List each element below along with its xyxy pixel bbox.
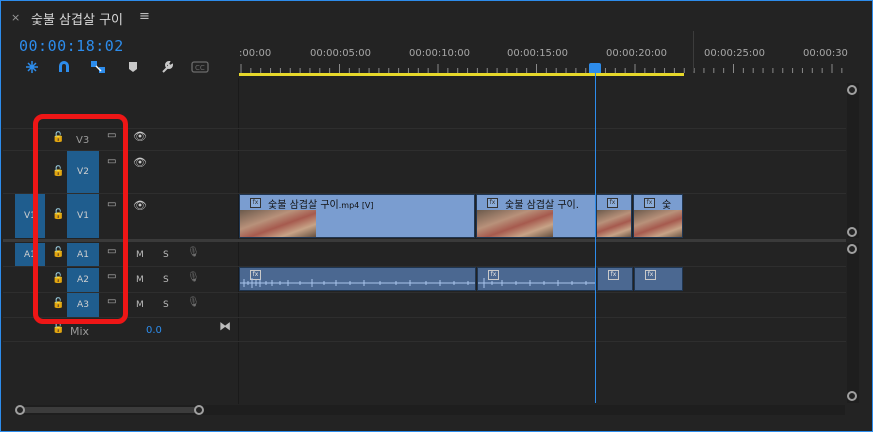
work-area-bar[interactable] [239, 73, 684, 76]
video-vertical-scrollbar[interactable] [847, 83, 859, 238]
ruler-label: 00:00:15:00 [507, 48, 569, 59]
video-clip[interactable]: fx [596, 194, 632, 238]
ruler-end-divider [693, 31, 694, 71]
wrench-settings-icon[interactable] [158, 59, 176, 75]
mix-track-label: Mix [70, 325, 90, 338]
toggle-output-eye-icon[interactable]: 👁 [133, 199, 147, 212]
row-divider [3, 317, 846, 318]
add-marker-icon[interactable] [124, 59, 142, 75]
row-divider [3, 128, 846, 129]
fx-badge-icon: fx [608, 270, 619, 280]
clip-name: 숯 [662, 200, 672, 211]
audio-vertical-scrollbar[interactable] [847, 243, 859, 403]
zoom-handle-right[interactable] [194, 405, 204, 415]
captions-icon[interactable]: CC [191, 59, 209, 75]
panel-menu-icon[interactable]: ≡ [139, 9, 150, 24]
clip-name: 숯불 삼겹살 구이. [505, 200, 579, 211]
voiceover-mic-icon[interactable]: 🎙 [187, 297, 200, 308]
ruler-label: 00:00:30 [803, 48, 848, 59]
fx-badge-icon: fx [487, 198, 498, 208]
lock-track-icon[interactable]: 🔓 [52, 323, 64, 334]
voiceover-mic-icon[interactable]: 🎙 [187, 247, 200, 258]
toggle-output-eye-icon[interactable]: 👁 [133, 130, 147, 143]
audio-clip[interactable]: fx [239, 267, 476, 291]
ruler-label: 00:00:20:00 [606, 48, 668, 59]
clip-thumbnail [634, 210, 682, 237]
fx-badge-icon: fx [250, 198, 261, 208]
playhead-line[interactable] [595, 73, 596, 403]
video-clip[interactable]: fx 숯불 삼겹살 구이.mp4 [V] [239, 194, 475, 238]
row-divider [3, 341, 846, 342]
clip-thumbnail [597, 210, 631, 237]
timeline-panel: × 숯불 삼겹살 구이 ≡ 00:00:18:02 CC :00:00 00:0… [0, 0, 873, 432]
solo-track-button[interactable]: S [163, 300, 169, 310]
fx-badge-icon: fx [645, 270, 656, 280]
sequence-tab-title[interactable]: 숯불 삼겹살 구이 [31, 9, 123, 28]
audio-clip[interactable]: fx [477, 267, 596, 291]
playhead-timecode[interactable]: 00:00:18:02 [19, 37, 124, 55]
highlight-annotation [33, 114, 128, 324]
video-clip[interactable]: fx 숯 [633, 194, 683, 238]
scroll-handle-top[interactable] [847, 244, 857, 254]
scroll-handle-bottom[interactable] [847, 227, 857, 237]
snap-in-nested-icon[interactable] [23, 59, 41, 75]
video-audio-divider[interactable] [3, 239, 846, 242]
ruler-label: 00:00:10:00 [409, 48, 471, 59]
scroll-handle-bottom[interactable] [847, 391, 857, 401]
solo-track-button[interactable]: S [163, 275, 169, 285]
audio-clip[interactable]: fx [597, 267, 633, 291]
magnet-snap-icon[interactable] [55, 59, 73, 75]
audio-waveform [240, 278, 475, 288]
clip-thumbnail [477, 210, 553, 237]
ruler-label: 00:00:25:00 [704, 48, 766, 59]
fx-badge-icon: fx [607, 198, 618, 208]
fx-badge-icon: fx [644, 198, 655, 208]
row-divider [3, 150, 846, 151]
solo-track-button[interactable]: S [163, 250, 169, 260]
zoom-handle-left[interactable] [15, 405, 25, 415]
scroll-handle-top[interactable] [847, 85, 857, 95]
ruler-label: :00:00 [239, 48, 272, 59]
horizontal-scroll-thumb[interactable] [21, 407, 201, 413]
mute-track-button[interactable]: M [136, 275, 144, 285]
voiceover-mic-icon[interactable]: 🎙 [187, 272, 200, 283]
ruler-label: 00:00:05:00 [310, 48, 372, 59]
video-clip[interactable]: fx 숯불 삼겹살 구이. [476, 194, 596, 238]
audio-clip[interactable]: fx [634, 267, 683, 291]
toggle-output-eye-icon[interactable]: 👁 [133, 156, 147, 169]
clip-thumbnail [240, 210, 316, 237]
ruler-ticks [240, 64, 843, 73]
playhead-handle[interactable] [589, 63, 601, 73]
row-divider [3, 292, 846, 293]
linked-selection-icon[interactable] [89, 59, 107, 75]
clip-name: 숯불 삼겹살 구이.mp4 [V] [268, 200, 374, 211]
mute-track-button[interactable]: M [136, 250, 144, 260]
mix-volume-value[interactable]: 0.0 [146, 325, 162, 336]
svg-text:CC: CC [195, 64, 205, 72]
mute-track-button[interactable]: M [136, 300, 144, 310]
go-to-end-icon[interactable]: ⧓ [219, 319, 231, 333]
audio-waveform [478, 278, 595, 288]
close-tab-button[interactable]: × [11, 11, 20, 24]
